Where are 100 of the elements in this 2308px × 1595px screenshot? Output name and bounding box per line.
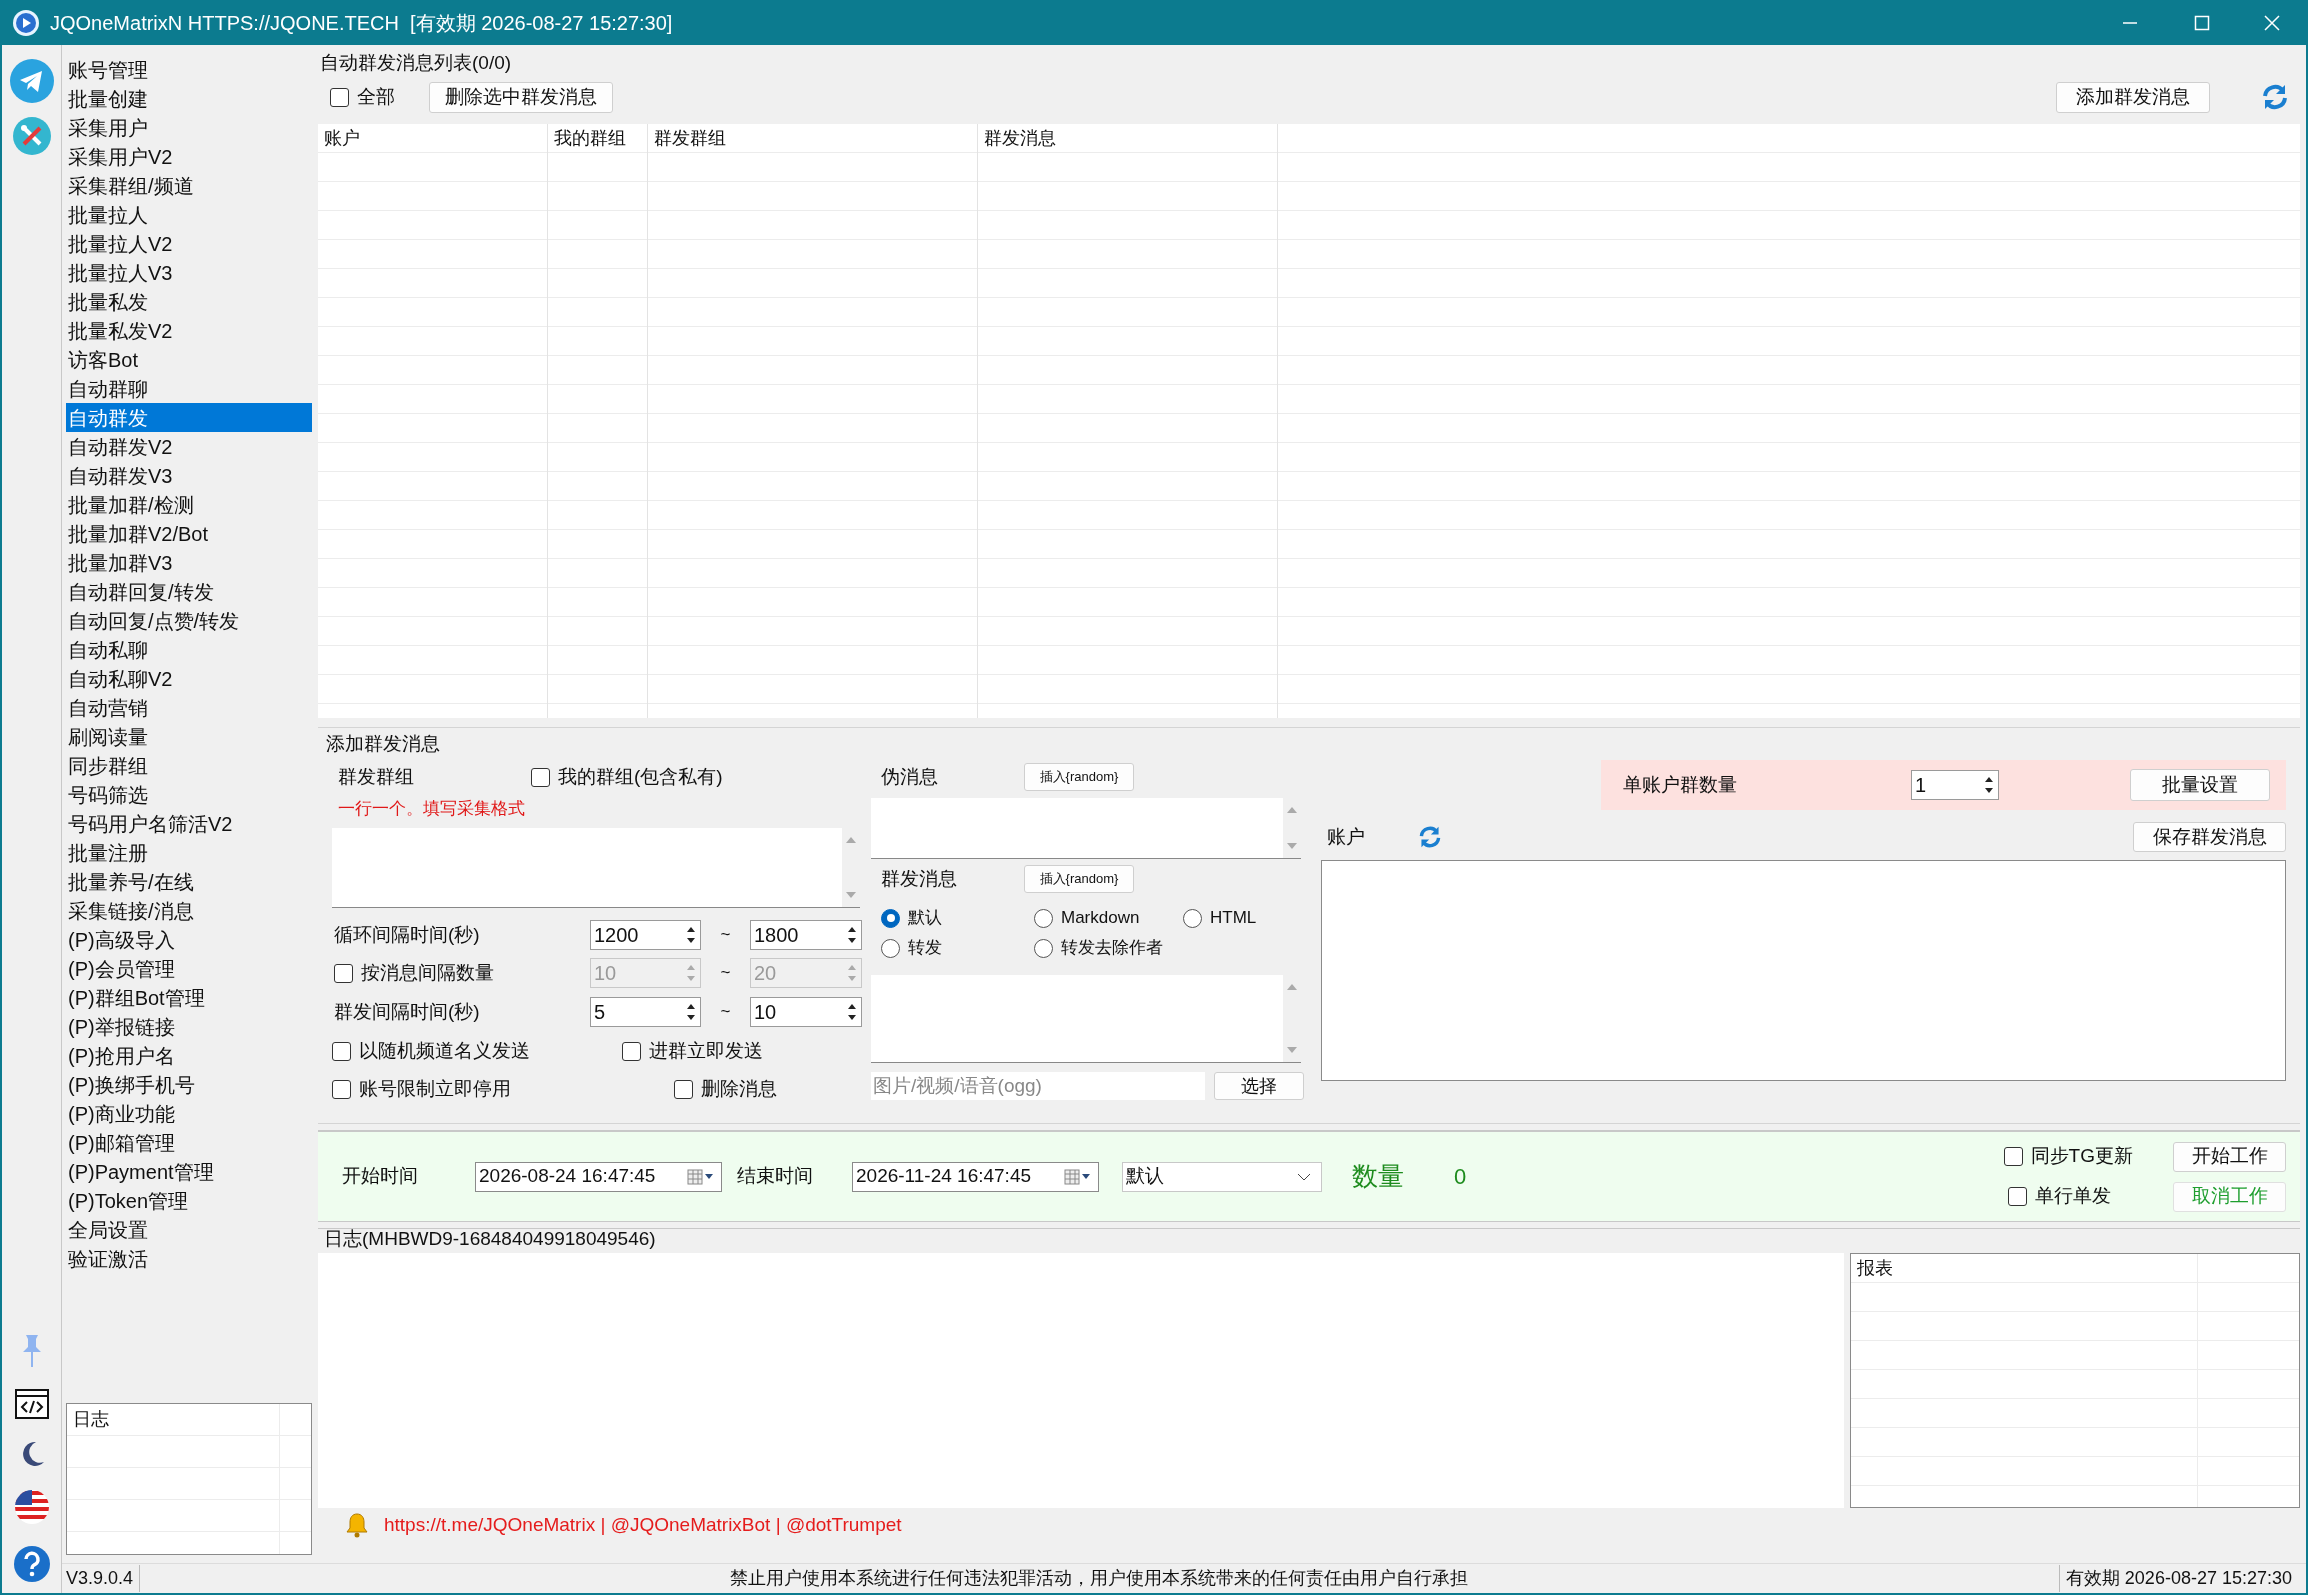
sidebar-item[interactable]: (P)会员管理: [66, 954, 312, 983]
sidebar-item[interactable]: 刷阅读量: [66, 722, 312, 751]
sidebar-item[interactable]: 批量创建: [66, 84, 312, 113]
sidebar-item[interactable]: 号码筛选: [66, 780, 312, 809]
field-label: 单账户群数量: [1623, 772, 1738, 797]
batch-settings-button[interactable]: 批量设置: [2130, 769, 2270, 801]
radio-button[interactable]: [1034, 938, 1053, 958]
number-field[interactable]: 5: [590, 997, 701, 1027]
sidebar-item[interactable]: 采集用户V2: [66, 142, 312, 171]
radio-label: 转发去除作者: [1061, 937, 1163, 960]
sidebar-item[interactable]: 自动群发V2: [66, 432, 312, 461]
radio-button[interactable]: [881, 938, 900, 958]
choose-file-button[interactable]: 选择: [1214, 1072, 1304, 1100]
date-picker[interactable]: 2026-11-24 16:47:45: [852, 1161, 1099, 1192]
field-label: 开始时间: [342, 1164, 419, 1189]
sidebar-item[interactable]: (P)群组Bot管理: [66, 983, 312, 1012]
maximize-icon[interactable]: [2194, 14, 2210, 31]
radio-button[interactable]: [881, 908, 900, 928]
sidebar-item[interactable]: (P)高级导入: [66, 925, 312, 954]
sidebar-item[interactable]: (P)举报链接: [66, 1012, 312, 1041]
sidebar-item[interactable]: 账号管理: [66, 55, 312, 84]
checkbox[interactable]: [332, 1079, 351, 1099]
radio-label: HTML: [1210, 907, 1257, 930]
sidebar-item[interactable]: 同步群组: [66, 751, 312, 780]
sidebar-item[interactable]: 自动群发V3: [66, 461, 312, 490]
sidebar-item[interactable]: 采集链接/消息: [66, 896, 312, 925]
sidebar-item[interactable]: 采集用户: [66, 113, 312, 142]
field-label: 循环间隔时间(秒): [333, 922, 481, 947]
sidebar-item[interactable]: 自动私聊V2: [66, 664, 312, 693]
sidebar-item[interactable]: 自动营销: [66, 693, 312, 722]
sidebar-item[interactable]: 自动群发: [66, 403, 312, 432]
sidebar-item[interactable]: 批量注册: [66, 838, 312, 867]
count-value: 0: [1454, 1163, 1467, 1191]
date-picker[interactable]: 2026-08-24 16:47:45: [475, 1161, 722, 1192]
cancel-work-button[interactable]: 取消工作: [2173, 1181, 2286, 1212]
checkbox[interactable]: [622, 1041, 641, 1061]
checkbox[interactable]: [2003, 1147, 2023, 1166]
sidebar-item[interactable]: 批量拉人V2: [66, 229, 312, 258]
number-field[interactable]: 1200: [590, 920, 701, 950]
number-field[interactable]: 10: [750, 997, 862, 1027]
insert-random-button[interactable]: 插入{random}: [1024, 865, 1134, 893]
sidebar-item[interactable]: 批量加群/检测: [66, 490, 312, 519]
checkbox[interactable]: [531, 767, 550, 787]
sidebar-item[interactable]: (P)邮箱管理: [66, 1128, 312, 1157]
version-text: V3.9.0.4: [62, 1565, 141, 1592]
sidebar-item[interactable]: 全局设置: [66, 1215, 312, 1244]
checkbox[interactable]: [330, 87, 349, 107]
sidebar-item[interactable]: 自动群回复/转发: [66, 577, 312, 606]
radio-button[interactable]: [1183, 908, 1202, 928]
sidebar-item[interactable]: 采集群组/频道: [66, 171, 312, 200]
sidebar-item[interactable]: (P)Payment管理: [66, 1157, 312, 1186]
code-window-icon[interactable]: [14, 1389, 49, 1419]
sidebar-item[interactable]: (P)商业功能: [66, 1099, 312, 1128]
sidebar-item[interactable]: 号码用户名筛活V2: [66, 809, 312, 838]
sidebar-item[interactable]: 自动群聊: [66, 374, 312, 403]
mode-dropdown[interactable]: 默认: [1122, 1161, 1322, 1192]
sidebar-item[interactable]: (P)Token管理: [66, 1186, 312, 1215]
sidebar-item[interactable]: 批量加群V2/Bot: [66, 519, 312, 548]
bell-icon: [346, 1512, 368, 1538]
sidebar-item[interactable]: 批量养号/在线: [66, 867, 312, 896]
contact-links[interactable]: https://t.me/JQOneMatrix | @JQOneMatrixBot | @dotTrumpet: [384, 1510, 902, 1540]
checkbox[interactable]: [332, 1041, 351, 1061]
expiry-text: 有效期 2026-08-27 15:27:30: [2058, 1565, 2306, 1592]
radio-button[interactable]: [1034, 908, 1053, 928]
delete-selected-button[interactable]: 删除选中群发消息: [429, 81, 613, 113]
radio-label: Markdown: [1061, 907, 1140, 930]
checkbox-label: 按消息间隔数量: [361, 960, 494, 985]
help-icon[interactable]: [12, 1545, 51, 1583]
field-label: 群发群组: [338, 764, 415, 789]
number-field[interactable]: 1800: [750, 920, 862, 950]
sidebar-item[interactable]: (P)抢用户名: [66, 1041, 312, 1070]
chevron-down-icon[interactable]: [1297, 1172, 1311, 1181]
tools-icon[interactable]: [12, 117, 51, 155]
checkbox[interactable]: [674, 1079, 693, 1099]
refresh-icon[interactable]: [1417, 825, 1443, 849]
sidebar-item[interactable]: 自动回复/点赞/转发: [66, 606, 312, 635]
media-path-field[interactable]: 图片/视频/语音(ogg): [871, 1072, 1205, 1100]
app-logo-icon: [12, 8, 40, 37]
refresh-icon[interactable]: [2260, 83, 2290, 111]
field-label: 群发消息: [880, 866, 958, 891]
sidebar-item[interactable]: 自动私聊: [66, 635, 312, 664]
checkbox-label: 删除消息: [701, 1076, 777, 1101]
calendar-icon[interactable]: [1064, 1168, 1092, 1185]
close-icon[interactable]: [2264, 14, 2280, 31]
calendar-icon[interactable]: [687, 1168, 715, 1185]
sidebar-item[interactable]: 批量加群V3: [66, 548, 312, 577]
sidebar-item[interactable]: 批量私发V2: [66, 316, 312, 345]
sidebar-item[interactable]: 批量私发: [66, 287, 312, 316]
number-field[interactable]: 1: [1911, 770, 1999, 800]
start-work-button[interactable]: 开始工作: [2173, 1141, 2286, 1172]
insert-random-button[interactable]: 插入{random}: [1024, 763, 1134, 791]
sidebar-item[interactable]: 验证激活: [66, 1244, 312, 1273]
sidebar-item[interactable]: (P)换绑手机号: [66, 1070, 312, 1099]
telegram-icon[interactable]: [9, 59, 54, 103]
sidebar-item[interactable]: 访客Bot: [66, 345, 312, 374]
sidebar-item[interactable]: 批量拉人: [66, 200, 312, 229]
sidebar-item[interactable]: 批量拉人V3: [66, 258, 312, 287]
checkbox[interactable]: [2007, 1187, 2027, 1206]
save-message-button[interactable]: 保存群发消息: [2133, 822, 2286, 852]
add-message-button[interactable]: 添加群发消息: [2056, 81, 2210, 113]
